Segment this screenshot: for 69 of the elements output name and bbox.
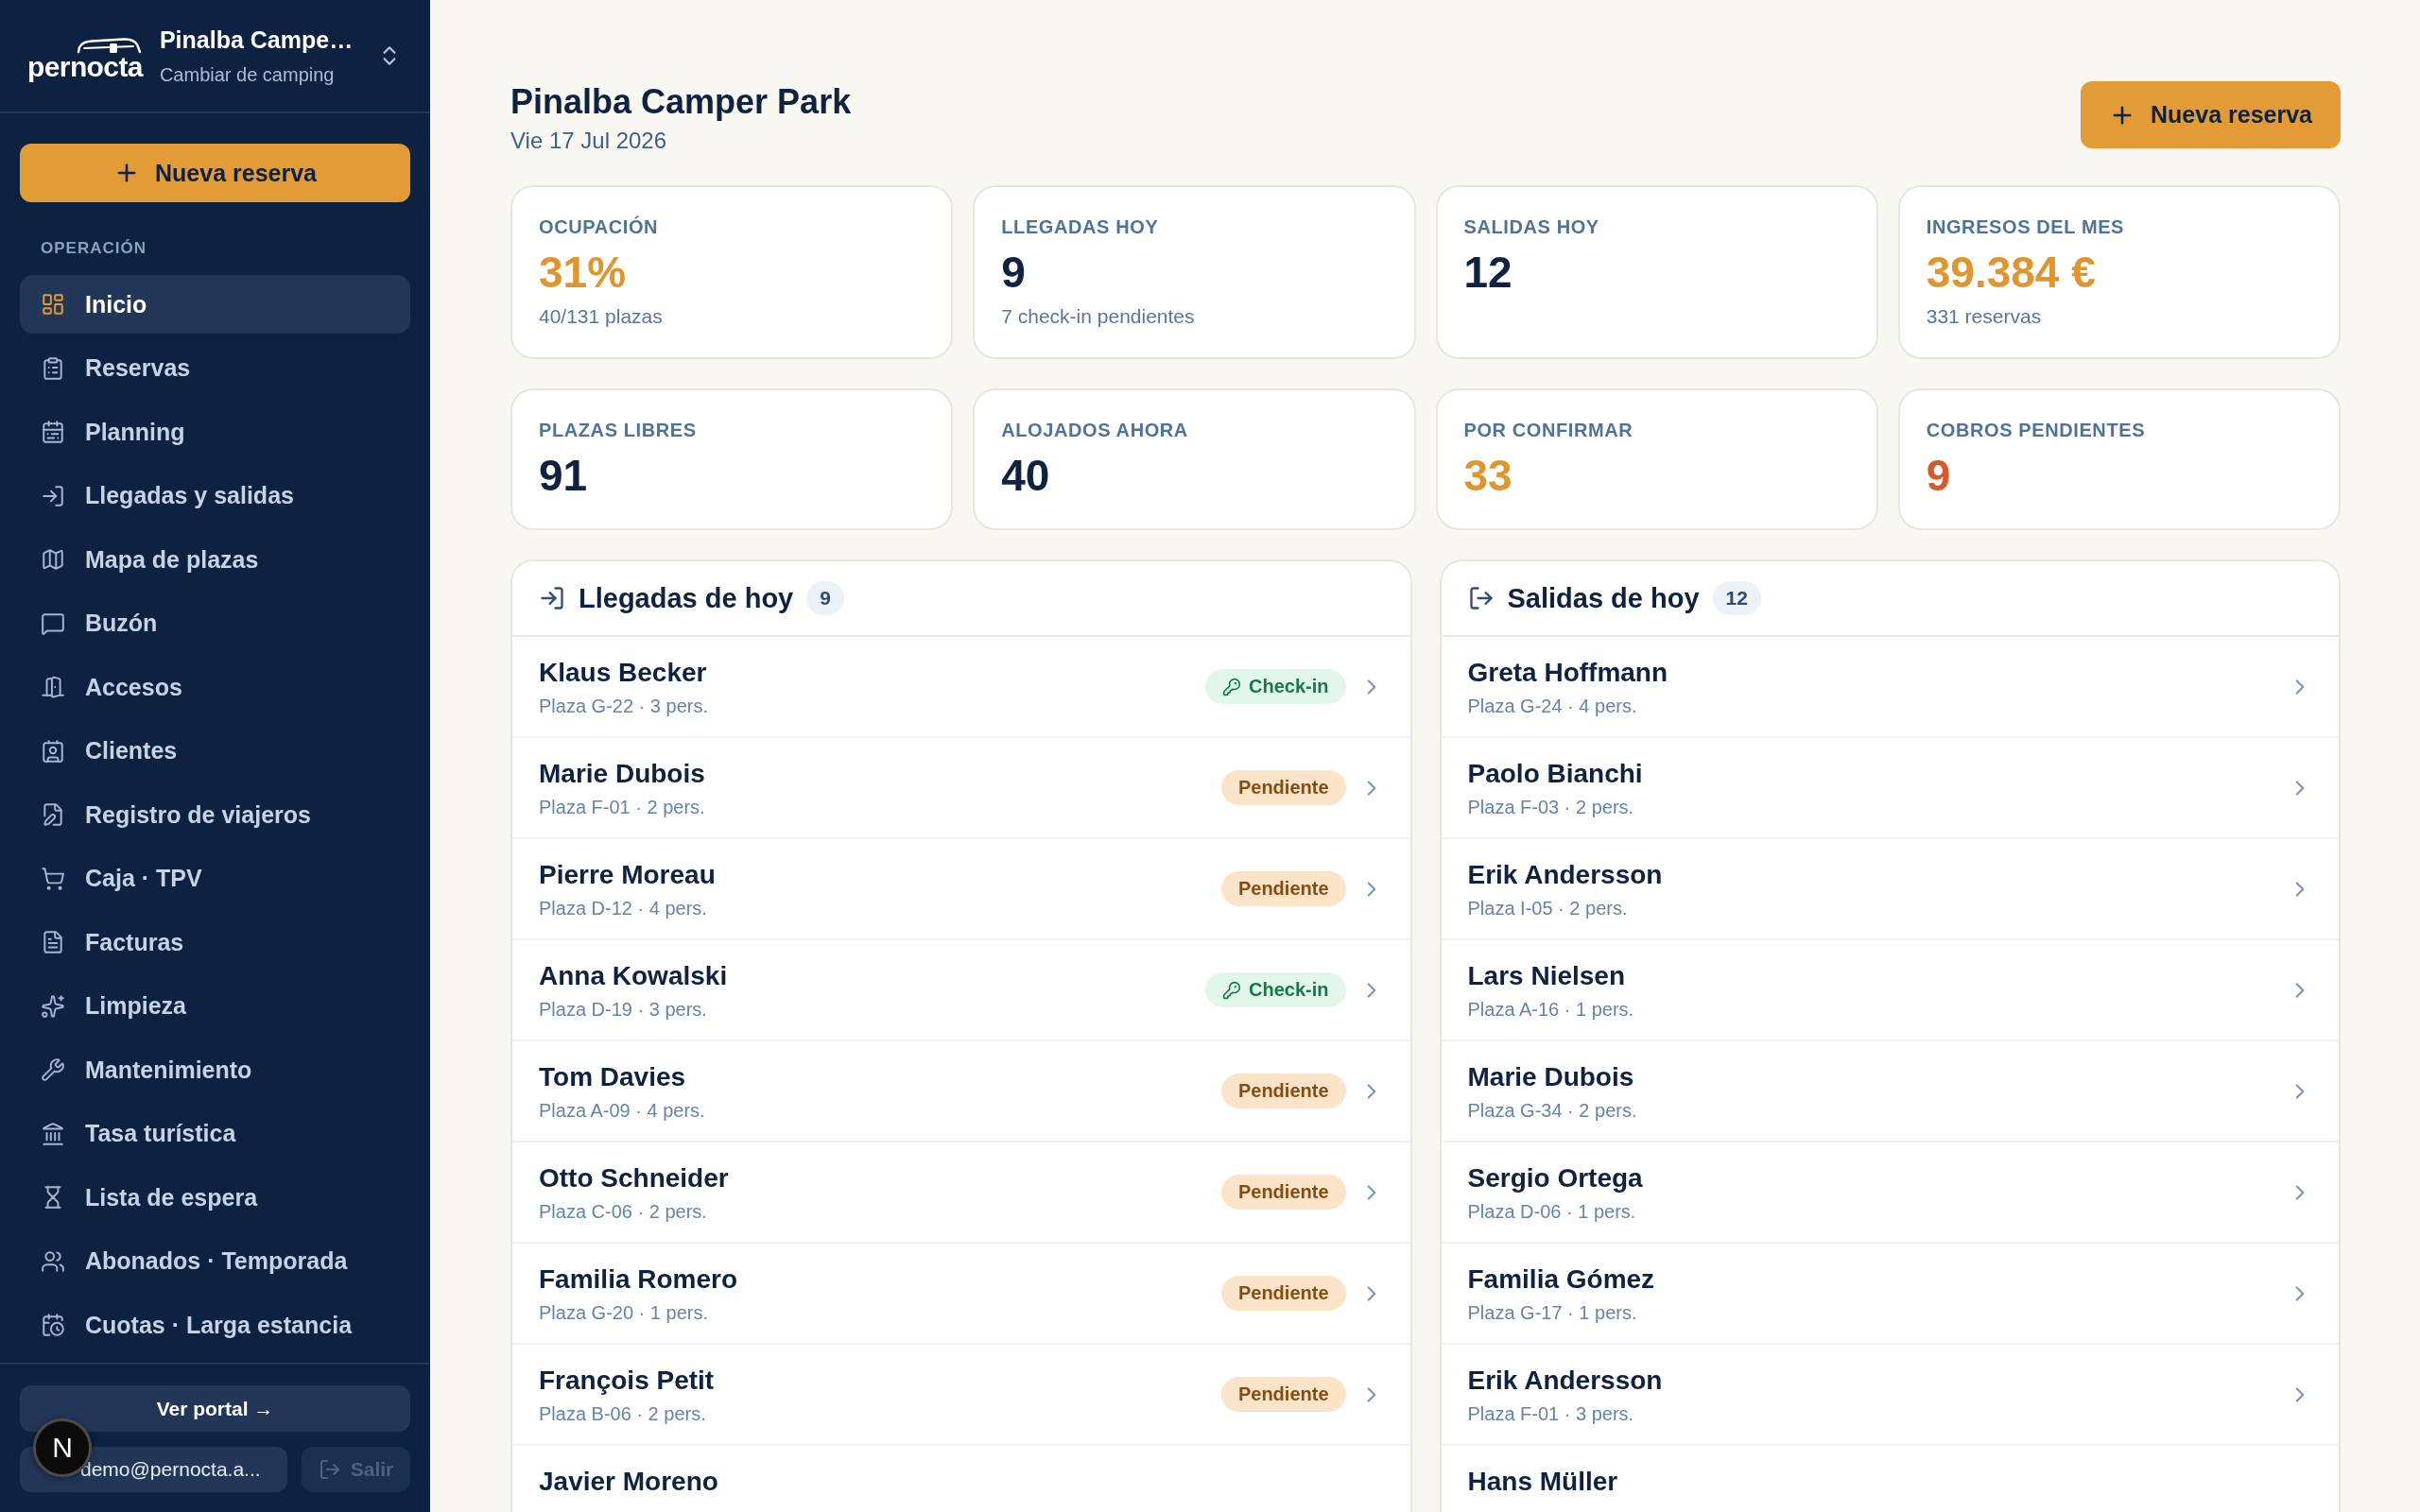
stat-value: 9	[1001, 247, 1026, 298]
pitch-details: Plaza I-05 · 2 pers.	[1467, 897, 1629, 919]
stat-label: ALOJADOS AHORA	[1001, 419, 1189, 442]
pitch-details: Plaza C-06 · 2 pers.	[539, 1200, 708, 1223]
page-date: Vie 17 Jul 2026	[510, 127, 668, 155]
stat-caption: 40/131 plazas	[539, 304, 664, 329]
pitch-details: Plaza B-06 · 2 pers.	[539, 1402, 707, 1425]
stat-label: COBROS PENDIENTES	[1926, 419, 2147, 442]
pitch-details: Plaza D-12 · 4 pers.	[539, 897, 708, 919]
guest-name: Paolo Bianchi	[1467, 758, 1643, 790]
guest-name: Javier Moreno	[539, 1466, 718, 1498]
stat-value: 40	[1001, 450, 1050, 501]
pitch-details: Plaza F-01 · 3 pers.	[1467, 1402, 1635, 1425]
stat-value: 91	[539, 450, 588, 501]
status-badge: Pendiente	[1220, 1175, 1346, 1210]
pitch-details: Plaza G-17 · 1 pers.	[1467, 1301, 1638, 1324]
count-badge: 12	[1712, 581, 1761, 615]
guest-name: Erik Andersson	[1467, 859, 1663, 891]
guest-name: Sergio Ortega	[1467, 1162, 1643, 1194]
guest-name: Erik Andersson	[1467, 1365, 1663, 1397]
pernocta-logo: pernocta	[27, 36, 143, 81]
pitch-details: Plaza G-24 · 4 pers.	[1467, 695, 1638, 717]
pitch-details: Plaza A-16 · 1 pers.	[1467, 998, 1634, 1021]
pitch-details: Plaza F-01 · 2 pers.	[539, 796, 705, 818]
stat-label: INGRESOS DEL MES	[1926, 215, 2126, 239]
pitch-details: Plaza D-06 · 1 pers.	[1467, 1200, 1637, 1223]
stat-label: OCUPACIÓN	[539, 215, 660, 239]
stat-value: 33	[1463, 450, 1512, 501]
guest-name: Familia Romero	[539, 1263, 738, 1296]
pitch-details: Plaza G-22 · 3 pers.	[539, 695, 708, 717]
guest-name: Anna Kowalski	[539, 960, 728, 992]
guest-name: Hans Müller	[1467, 1466, 1618, 1498]
guest-name: Klaus Becker	[539, 657, 708, 689]
pitch-details: Plaza F-03 · 2 pers.	[1467, 796, 1635, 818]
guest-name: Greta Hoffmann	[1467, 657, 1668, 689]
guest-name: Tom Davies	[539, 1061, 687, 1093]
page-title: Pinalba Camper Park	[510, 81, 852, 123]
status-badge: Check-in	[1205, 669, 1346, 704]
stat-label: LLEGADAS HOY	[1001, 215, 1160, 239]
stat-label: SALIDAS HOY	[1463, 215, 1600, 239]
status-badge: Pendiente	[1220, 770, 1346, 805]
guest-name: Pierre Moreau	[539, 859, 716, 891]
status-badge: Check-in	[1205, 972, 1346, 1007]
panel-title: Llegadas de hoy	[579, 582, 794, 614]
pitch-details: Plaza G-20 · 1 pers.	[539, 1301, 709, 1324]
stat-caption: 7 check-in pendientes	[1001, 304, 1196, 329]
status-badge: Pendiente	[1220, 871, 1346, 906]
stat-value: 39.384 €	[1926, 247, 2096, 298]
guest-name: Marie Dubois	[1467, 1061, 1635, 1093]
panel-title: Salidas de hoy	[1507, 582, 1700, 614]
count-badge: 9	[806, 581, 844, 615]
pitch-details: Plaza D-19 · 3 pers.	[539, 998, 708, 1021]
stat-label: POR CONFIRMAR	[1463, 419, 1634, 442]
stat-value: 9	[1926, 450, 1951, 501]
pitch-details: Plaza A-09 · 4 pers.	[539, 1099, 705, 1122]
guest-name: Otto Schneider	[539, 1162, 729, 1194]
guest-name: François Petit	[539, 1365, 715, 1397]
stat-value: 31%	[539, 247, 627, 298]
stat-value: 12	[1463, 247, 1512, 298]
guest-name: Marie Dubois	[539, 758, 705, 790]
status-badge: Pendiente	[1220, 1377, 1346, 1412]
guest-name: Familia Gómez	[1467, 1263, 1655, 1296]
section-label: OPERACIÓN	[41, 238, 147, 259]
stat-label: PLAZAS LIBRES	[539, 419, 698, 442]
stat-caption: 331 reservas	[1926, 304, 2043, 329]
guest-name: Lars Nielsen	[1467, 960, 1627, 992]
pitch-details: Plaza G-34 · 2 pers.	[1467, 1099, 1637, 1122]
status-badge: Pendiente	[1220, 1074, 1346, 1108]
status-badge: Pendiente	[1220, 1276, 1346, 1311]
